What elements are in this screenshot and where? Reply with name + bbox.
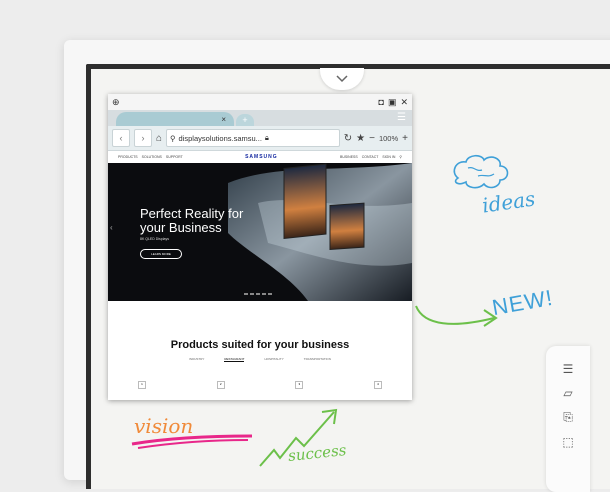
refresh-icon[interactable]: ↻	[344, 133, 352, 144]
select-icon[interactable]: ⬚	[562, 435, 573, 449]
home-icon[interactable]: ⌂	[156, 133, 162, 144]
tab-industry[interactable]: INDUSTRY	[189, 357, 204, 362]
list-item[interactable]: 3	[295, 381, 304, 389]
note-icon[interactable]: ▱	[563, 386, 572, 400]
site-nav: PRODUCTS SOLUTIONS SUPPORT SAMSUNG BUSIN…	[108, 151, 412, 163]
browser-menu-icon[interactable]: ☰	[397, 112, 406, 123]
list-item[interactable]: 4	[373, 381, 382, 389]
forward-button[interactable]: ›	[134, 129, 152, 147]
maximize-icon[interactable]: ▣	[388, 97, 397, 108]
window-topbar: ⊕ ◘ ▣ ✕	[108, 94, 412, 110]
new-tab-button[interactable]: +	[236, 114, 254, 126]
category-tabs: INDUSTRY RESTAURANT HOSPITALITY TRANSPOR…	[108, 357, 412, 362]
browser-toolbar: ‹ › ⌂ ⚲ displaysolutions.samsu... 🔒︎ ↻ ★…	[108, 126, 412, 151]
tool-tray: ☰ ▱ ⎘ ⬚	[546, 346, 590, 492]
list-item[interactable]: 1	[138, 381, 146, 389]
carousel-dots[interactable]	[244, 293, 272, 295]
zoom-in-icon[interactable]: +	[402, 133, 408, 144]
nav-products[interactable]: PRODUCTS	[118, 155, 138, 159]
nav-business[interactable]: BUSINESS	[340, 155, 358, 159]
nav-support[interactable]: SUPPORT	[166, 155, 183, 159]
chevron-down-icon	[336, 75, 348, 83]
search-icon: ⚲	[170, 133, 176, 143]
zoom-level: 100%	[378, 133, 399, 143]
url-text: displaysolutions.samsu...	[178, 133, 262, 143]
tab-bar: × + ☰	[108, 110, 412, 126]
learn-more-button[interactable]: LEARN MORE	[140, 249, 182, 259]
bookmark-star-icon[interactable]: ★	[356, 133, 365, 144]
products-heading: Products suited for your business	[170, 339, 350, 351]
back-button[interactable]: ‹	[112, 129, 130, 147]
clipboard-icon[interactable]: ⎘	[563, 410, 573, 425]
nav-signin[interactable]: SIGN IN	[382, 155, 395, 159]
globe-icon: ⊕	[112, 96, 120, 107]
hero-title: Perfect Reality for your Business	[140, 206, 244, 235]
products-section: Products suited for your business INDUST…	[108, 301, 412, 400]
underline-doodle	[131, 434, 253, 449]
tab-transportation[interactable]: TRANSPORTATION	[304, 357, 331, 362]
tab-hospitality[interactable]: HOSPITALITY	[264, 357, 283, 362]
hero-prev-arrow[interactable]: ‹	[110, 223, 113, 232]
hero-banner: ‹ Perfect Reality for your Business 8K Q…	[108, 163, 412, 301]
samsung-logo[interactable]: SAMSUNG	[245, 154, 278, 160]
search-icon[interactable]: ⚲	[399, 155, 402, 159]
hero-subtitle: 8K QLED Displays	[140, 237, 169, 241]
product-items: 1 2 3 4	[138, 381, 382, 389]
list-item[interactable]: 2	[216, 381, 225, 389]
tab-restaurant[interactable]: RESTAURANT	[224, 357, 245, 362]
lock-icon: 🔒︎	[264, 133, 269, 142]
zoom-out-icon[interactable]: −	[369, 133, 375, 144]
nav-solutions[interactable]: SOLUTIONS	[142, 155, 162, 159]
browser-window[interactable]: ⊕ ◘ ▣ ✕ × + ☰ ‹ › ⌂ ⚲ displaysolutions.s…	[108, 94, 412, 400]
address-bar[interactable]: ⚲ displaysolutions.samsu... 🔒︎	[166, 129, 340, 147]
tab-close-icon[interactable]: ×	[221, 115, 226, 124]
minimize-icon[interactable]: ◘	[379, 97, 384, 108]
browser-tab[interactable]: ×	[116, 112, 234, 126]
close-icon[interactable]: ✕	[400, 97, 408, 108]
nav-contact[interactable]: CONTACT	[362, 155, 379, 159]
menu-icon[interactable]: ☰	[563, 362, 574, 376]
